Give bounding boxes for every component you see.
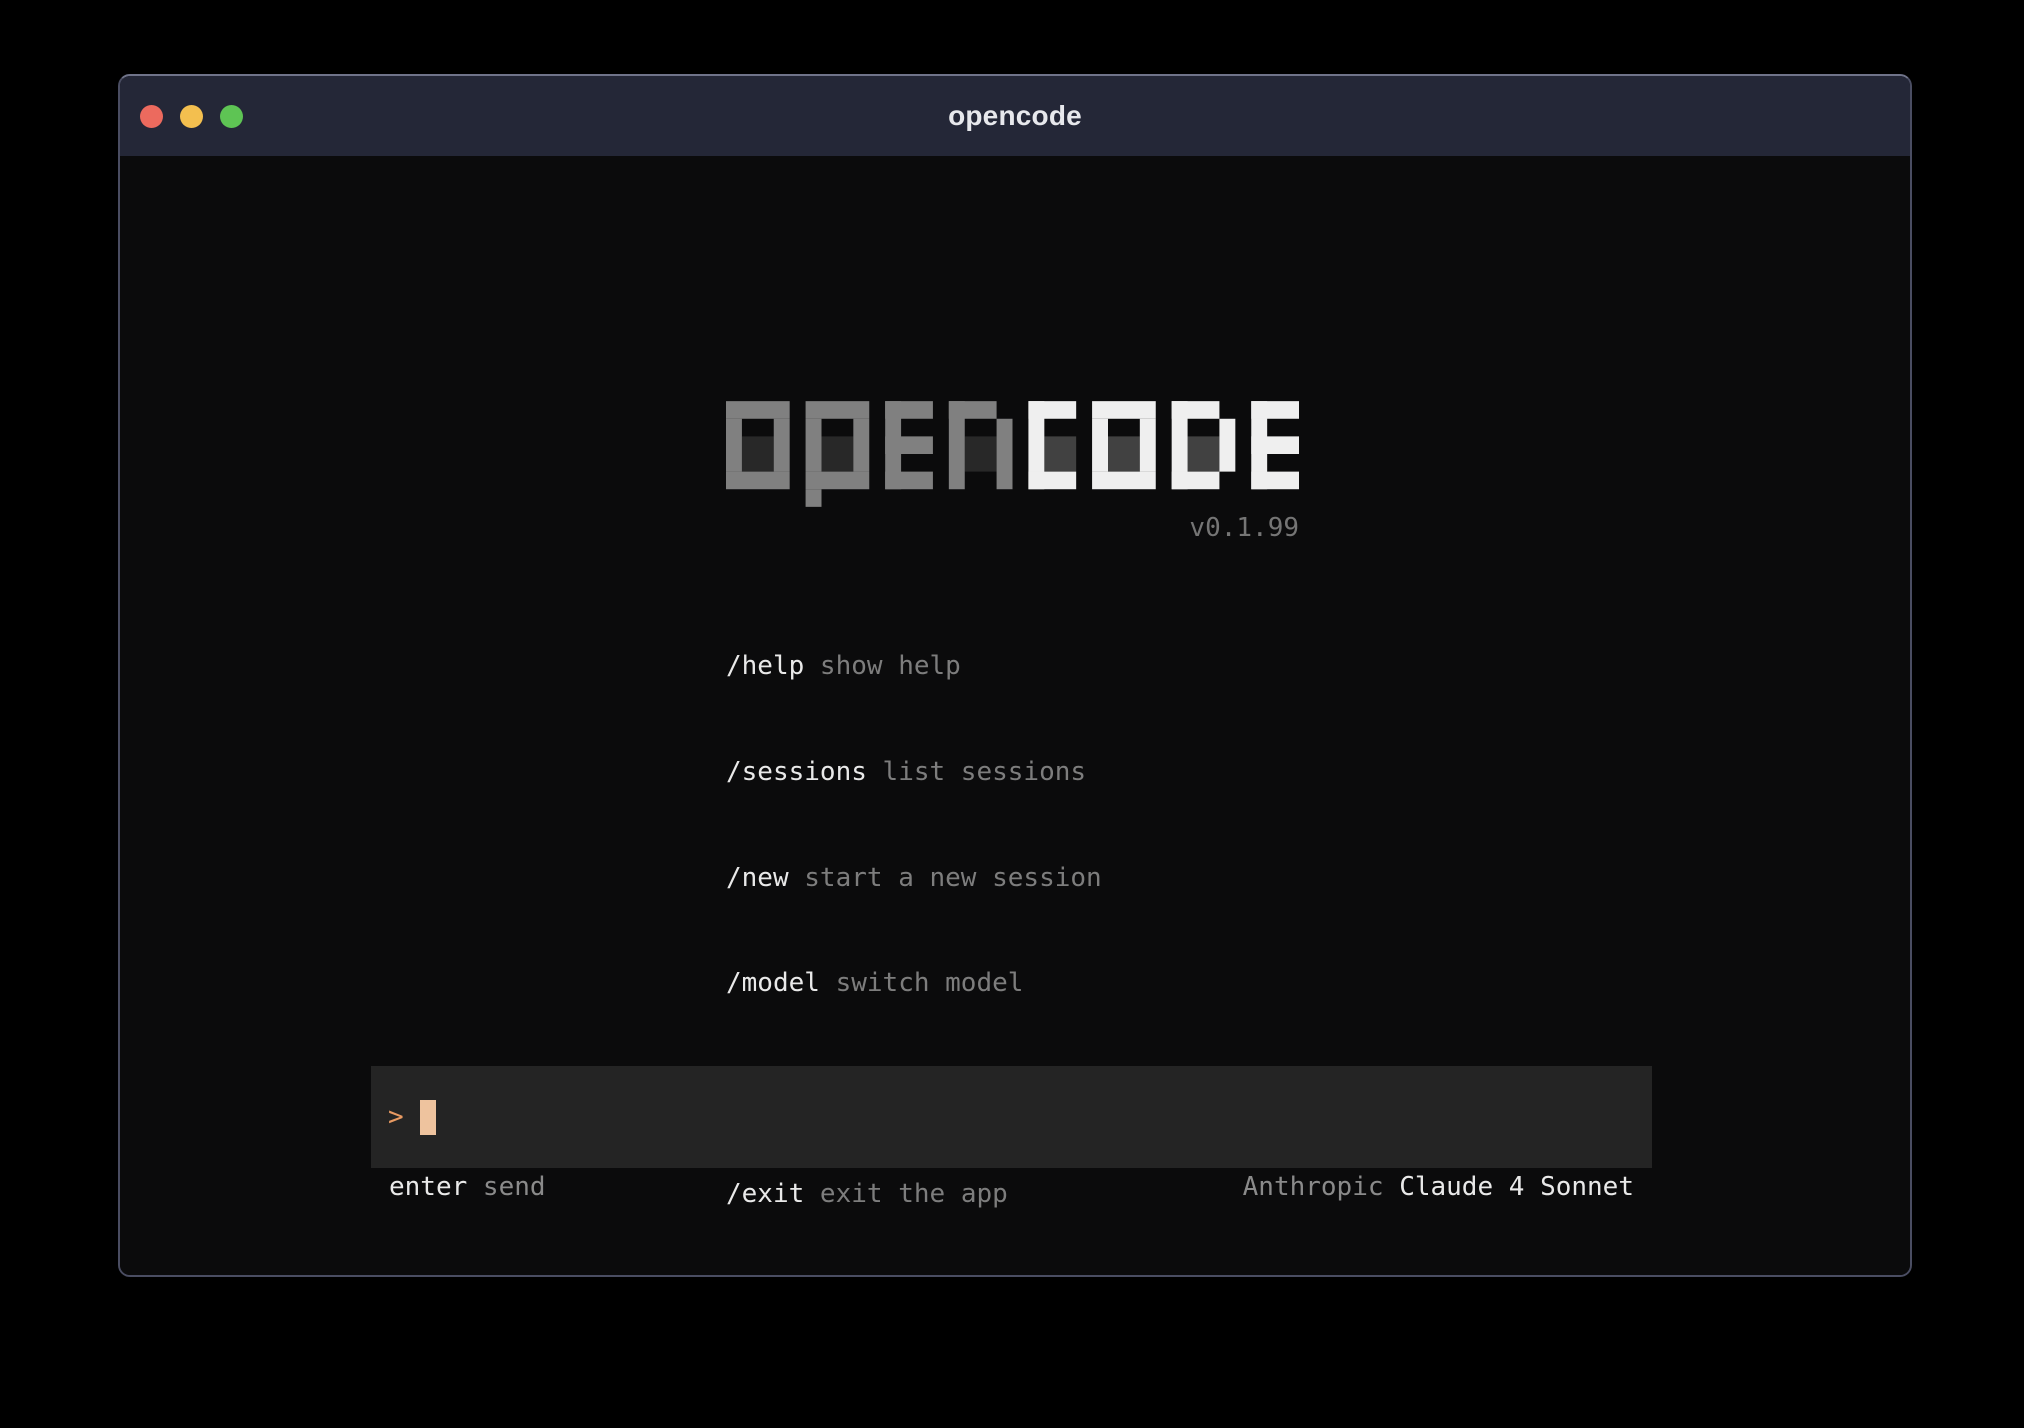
model-indicator[interactable]: Anthropic Claude 4 Sonnet [1243,1172,1634,1202]
model-name: Claude 4 Sonnet [1399,1172,1634,1202]
command-desc: show help [804,651,961,681]
opencode-terminal-window: opencode v0.1.99 /help show help /sessio… [118,74,1912,1277]
command-item-sessions: /sessions list sessions [726,755,1102,790]
traffic-light-buttons [120,76,243,156]
command-name: /help [726,651,804,681]
version-label: v0.1.99 [726,513,1299,543]
command-desc: start a new session [789,863,1102,893]
command-name: /sessions [726,757,867,787]
text-cursor [420,1100,436,1135]
model-provider: Anthropic [1243,1172,1400,1202]
command-item-model: /model switch model [726,966,1102,1001]
close-button-icon[interactable] [140,105,163,128]
command-item-help: /help show help [726,649,1102,684]
window-titlebar[interactable]: opencode [120,76,1910,156]
window-title: opencode [948,100,1082,132]
prompt-chevron: > [388,1102,404,1132]
command-desc: list sessions [867,757,1086,787]
prompt-input[interactable]: > [371,1066,1652,1168]
command-name: /new [726,863,789,893]
command-name: /model [726,968,820,998]
keybind-key: enter [389,1172,467,1202]
opencode-pixel-logo [726,401,1299,507]
zoom-button-icon[interactable] [220,105,243,128]
command-item-new: /new start a new session [726,861,1102,896]
keybind-hint: enter send [389,1172,546,1202]
status-bar: enter send Anthropic Claude 4 Sonnet [371,1169,1652,1205]
terminal-content: v0.1.99 /help show help /sessions list s… [120,156,1910,1275]
minimize-button-icon[interactable] [180,105,203,128]
command-desc: switch model [820,968,1024,998]
keybind-action: send [467,1172,545,1202]
